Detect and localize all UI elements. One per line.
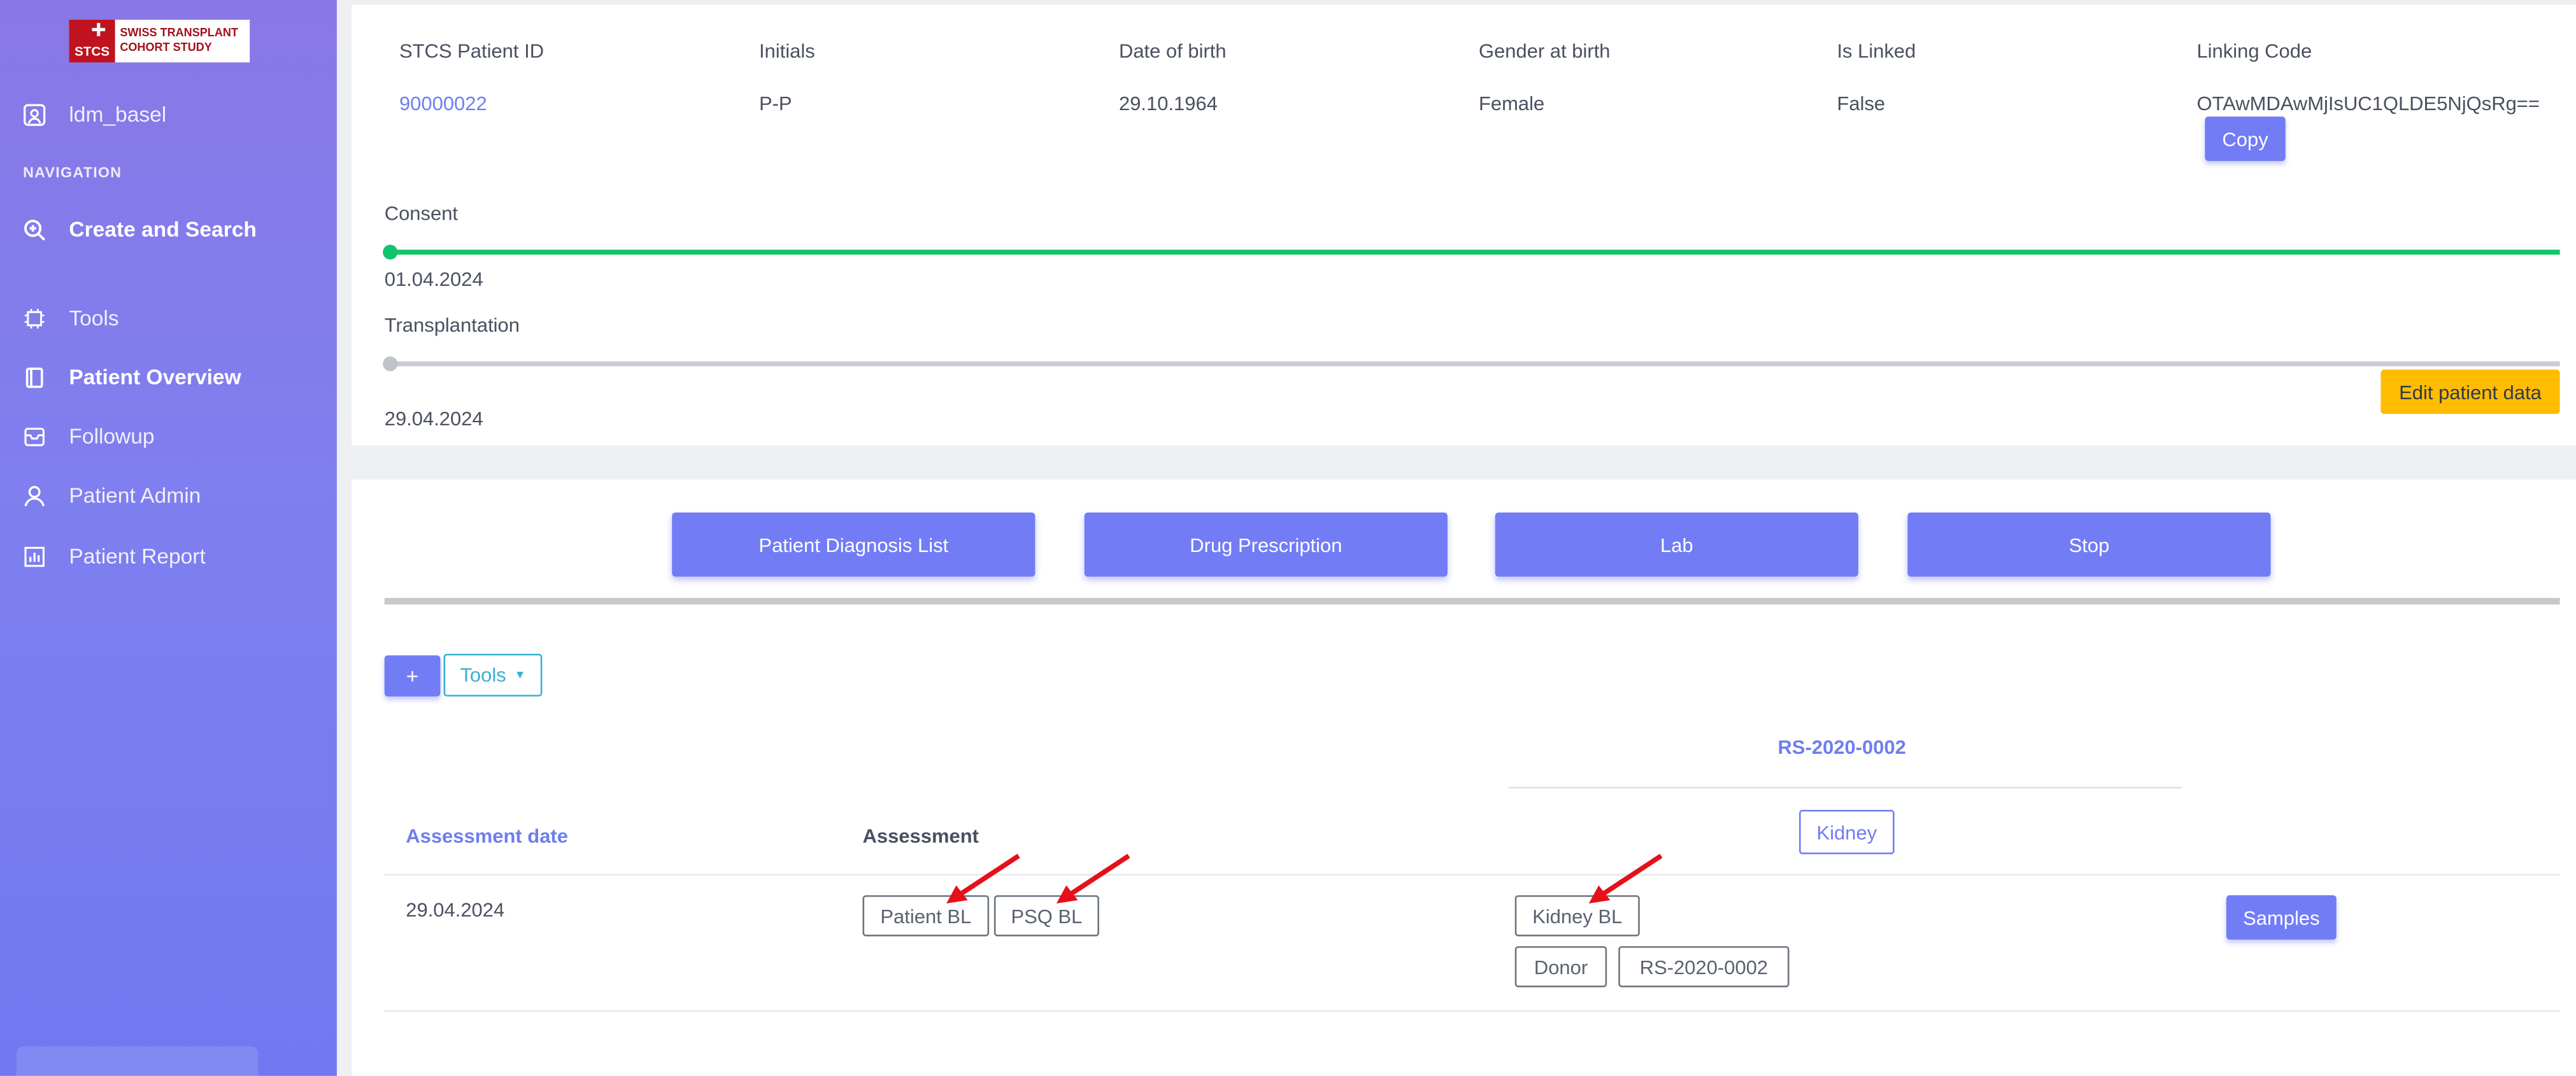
- annotation-arrow-icon: [946, 853, 1020, 903]
- transplantation-label: Transplantation: [384, 313, 520, 337]
- edit-patient-data-button[interactable]: Edit patient data: [2380, 369, 2560, 414]
- chip-icon: [24, 308, 45, 328]
- search-plus-icon: [24, 218, 46, 240]
- copy-button[interactable]: Copy: [2205, 117, 2286, 161]
- samples-button[interactable]: Samples: [2226, 895, 2337, 940]
- group-header-underline: [1508, 786, 2182, 789]
- sidebar-item-patient-overview[interactable]: Patient Overview: [23, 365, 241, 389]
- sidebar-footer: [16, 1046, 259, 1076]
- sidebar-item-patient-admin[interactable]: Patient Admin: [23, 483, 201, 507]
- assessment-tag-rs-2020-0002[interactable]: RS-2020-0002: [1618, 946, 1790, 988]
- tab-lab[interactable]: Lab: [1495, 512, 1858, 577]
- add-assessment-button[interactable]: +: [384, 655, 441, 697]
- annotation-arrow-icon: [1056, 853, 1130, 903]
- sidebar-item-patient-report[interactable]: Patient Report: [23, 544, 206, 569]
- nav-heading: NAVIGATION: [23, 164, 122, 181]
- book-icon: [25, 367, 43, 388]
- header-linking-code: Linking Code: [2196, 39, 2312, 63]
- swiss-cross-icon: [92, 23, 106, 36]
- caret-down-icon: ▼: [514, 669, 526, 681]
- patient-initials: P-P: [758, 92, 792, 115]
- tab-drug-prescription[interactable]: Drug Prescription: [1084, 512, 1448, 577]
- tools-dropdown[interactable]: Tools ▼: [443, 653, 543, 697]
- sidebar: STCS SWISS TRANSPLANT COHORT STUDY ldm_ba…: [0, 0, 337, 1076]
- transplantation-marker: [383, 356, 398, 372]
- stcs-logo[interactable]: STCS SWISS TRANSPLANT COHORT STUDY: [69, 19, 250, 63]
- linking-code: OTAwMDAwMjIsUC1QLDE5NjQsRg==: [2196, 92, 2540, 115]
- consent-timeline: [391, 250, 2560, 255]
- user-menu[interactable]: ldm_basel: [23, 102, 166, 127]
- col-assessment-date[interactable]: Assessment date: [406, 825, 568, 847]
- transplantation-date: 29.04.2024: [384, 407, 483, 430]
- patient-gender: Female: [1479, 92, 1545, 115]
- sidebar-item-followup[interactable]: Followup: [23, 424, 155, 448]
- chart-icon: [24, 546, 45, 567]
- app-frame: STCS SWISS TRANSPLANT COHORT STUDY ldm_ba…: [0, 0, 2576, 1076]
- patient-id-link[interactable]: 90000022: [399, 92, 487, 115]
- consent-date: 01.04.2024: [384, 267, 483, 291]
- assessment-tag-donor[interactable]: Donor: [1514, 946, 1607, 988]
- tab-patient-diagnosis-list[interactable]: Patient Diagnosis List: [672, 512, 1035, 577]
- header-initials: Initials: [758, 39, 815, 63]
- header-gender: Gender at birth: [1479, 39, 1611, 63]
- table-header-divider: [384, 874, 2560, 876]
- sidebar-item-tools[interactable]: Tools: [23, 306, 119, 330]
- sidebar-item-create-and-search[interactable]: Create and Search: [23, 217, 257, 241]
- inbox-icon: [24, 427, 45, 446]
- table-row-divider: [384, 1010, 2560, 1012]
- consent-marker: [383, 244, 398, 260]
- transplantation-timeline: [391, 361, 2560, 367]
- annotation-arrow-icon: [1588, 853, 1663, 903]
- col-assessment: Assessment: [862, 825, 979, 848]
- row-assessment-date: 29.04.2024: [406, 898, 505, 922]
- patient-is-linked: False: [1837, 92, 1886, 115]
- header-patient-id: STCS Patient ID: [399, 39, 544, 63]
- user-box-icon: [24, 103, 46, 125]
- user-icon: [24, 485, 45, 506]
- tab-stop[interactable]: Stop: [1907, 512, 2271, 577]
- consent-label: Consent: [384, 202, 459, 225]
- patient-info-card: STCS Patient ID Initials Date of birth G…: [352, 4, 2576, 446]
- header-dob: Date of birth: [1118, 39, 1227, 63]
- assessment-card: Patient Diagnosis List Drug Prescription…: [352, 479, 2576, 1076]
- patient-dob: 29.10.1964: [1118, 92, 1218, 115]
- organ-tag-kidney[interactable]: Kidney: [1799, 809, 1895, 854]
- username: ldm_basel: [69, 101, 167, 127]
- tabs-divider: [384, 598, 2560, 605]
- header-is-linked: Is Linked: [1837, 39, 1916, 63]
- group-header-rs[interactable]: RS-2020-0002: [1778, 736, 1906, 759]
